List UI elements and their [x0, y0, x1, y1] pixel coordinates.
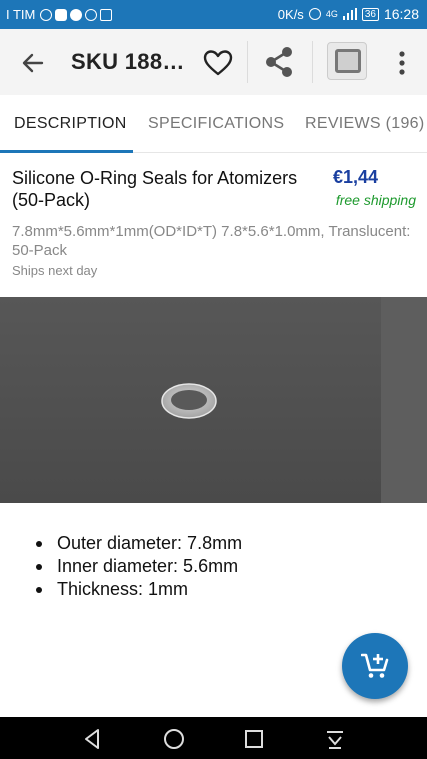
signal-type: 4G	[325, 9, 338, 19]
product-subtitle: 7.8mm*5.6mm*1mm(OD*ID*T) 7.8*5.6*1.0mm, …	[12, 223, 411, 259]
tab-bar: DESCRIPTION SPECIFICATIONS REVIEWS (196)	[0, 95, 427, 153]
more-options-button[interactable]	[392, 47, 412, 79]
share-button[interactable]	[263, 45, 295, 79]
youtube-icon	[55, 8, 68, 21]
carrier-label: I TIM	[6, 7, 36, 22]
add-to-cart-button[interactable]	[342, 633, 408, 699]
feature-list: Outer diameter: 7.8mm Inner diameter: 5.…	[35, 532, 243, 601]
whatsapp-icon	[40, 8, 53, 21]
mail-icon	[100, 8, 113, 21]
feature-item: Inner diameter: 5.6mm	[35, 555, 242, 578]
status-bar-left: I TIM	[6, 7, 113, 22]
o-ring-image	[161, 383, 217, 419]
tab-specifications[interactable]: SPECIFICATIONS	[148, 115, 284, 133]
feature-item: Outer diameter: 7.8mm	[35, 533, 243, 553]
ships-note: Ships next day	[12, 263, 98, 278]
signal-icon	[342, 8, 357, 20]
page-title: SKU 188…	[71, 49, 185, 74]
status-bar: I TIM 0K/s 4G 36 16:28	[0, 0, 427, 29]
product-info: Silicone O-Ring Seals for Atomizers (50-…	[0, 153, 427, 297]
shipping-label: free shipping	[335, 192, 416, 208]
status-bar-right: 0K/s 4G 36 16:28	[278, 6, 419, 22]
toolbar-divider	[312, 41, 313, 83]
toolbar-divider	[247, 41, 248, 83]
back-button[interactable]	[18, 48, 48, 78]
product-thumbnail-icon	[335, 49, 361, 73]
net-speed: 0K/s	[277, 6, 304, 22]
product-image[interactable]	[0, 297, 427, 503]
product-title: Silicone O-Ring Seals for Atomizers (50-…	[12, 168, 298, 210]
add-to-cart-icon	[361, 653, 389, 678]
cloud-icon	[70, 8, 83, 21]
nav-home-button[interactable]	[162, 727, 186, 751]
favorite-button[interactable]	[202, 47, 234, 79]
image-edge	[381, 297, 427, 503]
system-nav-bar	[0, 717, 427, 759]
product-thumbnail-button[interactable]	[327, 42, 367, 80]
product-price: €1,44	[332, 167, 378, 187]
nav-recents-button[interactable]	[242, 727, 266, 751]
feature-item: Thickness: 1mm	[35, 578, 242, 601]
app-toolbar: SKU 188…	[0, 29, 427, 95]
nav-back-button[interactable]	[81, 727, 105, 751]
alarm-icon	[308, 8, 321, 20]
sync-icon	[85, 8, 98, 21]
nav-notifications-button[interactable]	[323, 727, 347, 751]
clock: 16:28	[383, 6, 419, 22]
tab-reviews[interactable]: REVIEWS (196)	[305, 115, 425, 133]
battery-icon: 36	[361, 7, 379, 21]
tab-description[interactable]: DESCRIPTION	[14, 115, 127, 133]
